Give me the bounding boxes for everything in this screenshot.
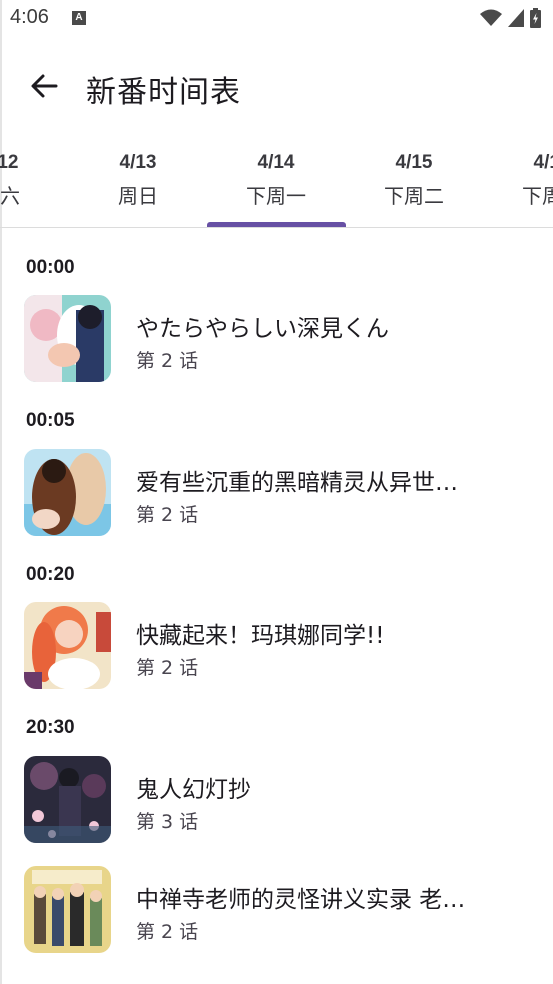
episode-label: 第 3 话 [136, 811, 199, 833]
tab-date: 4/15 [395, 152, 433, 173]
cover-image [24, 866, 111, 953]
list-item[interactable]: 中禅寺老师的灵怪讲义实录 老… 第 2 话 [0, 866, 553, 962]
tab-date: 4/16 [533, 152, 553, 173]
tab-4-15[interactable]: 4/15 下周二 [345, 152, 483, 209]
time-header: 00:00 [26, 257, 75, 278]
tab-date: 4/12 [0, 152, 19, 173]
episode-label: 第 2 话 [136, 350, 199, 372]
list-item[interactable]: 爱有些沉重的黑暗精灵从异世… 第 2 话 [0, 449, 553, 545]
tab-day: 周六 [0, 184, 20, 208]
episode-label: 第 2 话 [136, 504, 199, 526]
episode-label: 第 2 话 [136, 921, 199, 943]
tab-date: 4/13 [119, 152, 157, 173]
tab-4-12[interactable]: 4/12 周六 [0, 152, 69, 209]
battery-charging-icon [530, 8, 541, 28]
show-title: 鬼人幻灯抄 [136, 777, 251, 803]
show-title: やたらやらしい深見くん [136, 316, 389, 342]
show-title: 快藏起来！玛琪娜同学!! [136, 623, 385, 649]
time-header: 00:05 [26, 410, 75, 431]
show-title: 爱有些沉重的黑暗精灵从异世… [136, 470, 458, 496]
signal-icon [508, 9, 524, 27]
tab-date: 4/14 [257, 152, 295, 173]
page-title: 新番时间表 [86, 75, 241, 110]
tab-day: 下周三 [522, 184, 553, 208]
notification-icon: A [72, 11, 86, 25]
app-bar: 新番时间表 [0, 50, 553, 124]
wifi-icon [480, 9, 502, 26]
cover-image [24, 602, 111, 689]
status-time: 4:06 [10, 6, 49, 28]
cover-image [24, 295, 111, 382]
time-header: 00:20 [26, 564, 75, 585]
cover-image [24, 449, 111, 536]
tab-4-16[interactable]: 4/16 下周三 [483, 152, 553, 209]
time-header: 20:30 [26, 717, 75, 738]
selected-tab-indicator [207, 222, 346, 227]
episode-label: 第 2 话 [136, 657, 199, 679]
tab-day: 下周二 [384, 184, 444, 208]
tab-day: 下周一 [246, 184, 306, 208]
schedule-list[interactable]: 00:00 やたらやらしい深見くん 第 2 话 00:05 爱有些沉重的黑暗精灵… [0, 229, 553, 984]
date-tab-strip: 4/12 周六 4/13 周日 4/14 下周一 4/15 下周二 4/16 下… [0, 140, 553, 228]
screen: 4:06 A 新番时间表 4/12 周六 [0, 0, 553, 984]
tab-day: 周日 [118, 184, 158, 208]
list-item[interactable]: 快藏起来！玛琪娜同学!! 第 2 话 [0, 602, 553, 698]
show-title: 中禅寺老师的灵怪讲义实录 老… [136, 887, 466, 913]
cover-image [24, 756, 111, 843]
status-icons [480, 8, 541, 28]
back-button[interactable] [22, 64, 66, 108]
tab-4-13[interactable]: 4/13 周日 [69, 152, 207, 209]
status-bar: 4:06 A [0, 0, 553, 38]
list-item[interactable]: 鬼人幻灯抄 第 3 话 [0, 756, 553, 852]
tab-4-14[interactable]: 4/14 下周一 [207, 152, 345, 209]
list-item[interactable]: やたらやらしい深見くん 第 2 话 [0, 295, 553, 391]
arrow-left-icon [31, 74, 58, 98]
